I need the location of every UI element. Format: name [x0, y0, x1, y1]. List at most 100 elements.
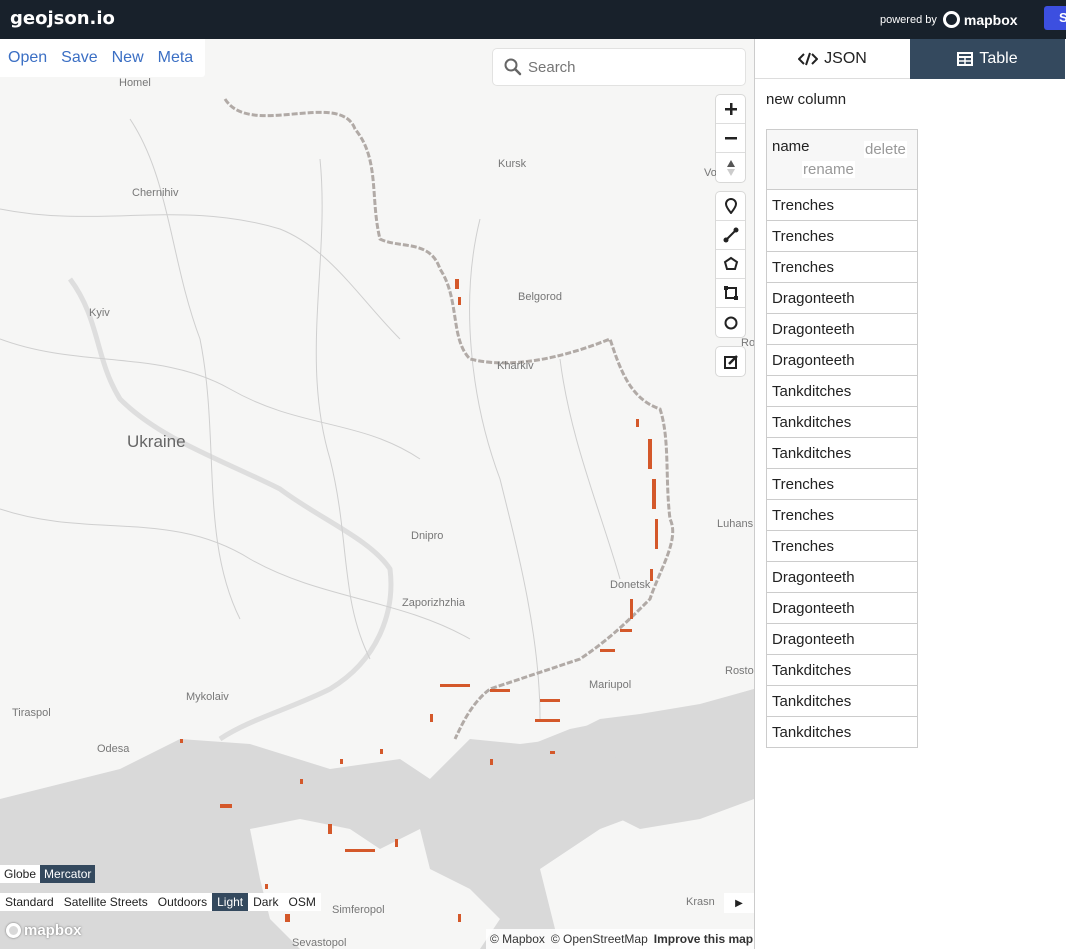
style-outdoors[interactable]: Outdoors: [153, 893, 212, 911]
dnipro-river: [67, 277, 394, 742]
app-logo[interactable]: geojson.io: [10, 8, 115, 29]
label-voronezh: Vo: [704, 167, 717, 179]
table-row: Trenches: [766, 499, 918, 531]
label-homel: Homel: [119, 77, 151, 89]
top-bar: geojson.io powered by mapbox S: [0, 0, 1066, 39]
style-switcher: Standard Satellite Streets Outdoors Ligh…: [0, 893, 321, 911]
tab-json[interactable]: JSON: [755, 39, 910, 79]
mapbox-logo-icon: [942, 11, 960, 28]
map-canvas[interactable]: Homel Kursk Vo Chernihiv Belgorod Ros Ky…: [0, 39, 754, 949]
table-row: Dragonteeth: [766, 561, 918, 593]
draw-polygon-button[interactable]: [716, 250, 745, 279]
table-cell-name[interactable]: Dragonteeth: [766, 592, 918, 624]
table-cell-name[interactable]: Dragonteeth: [766, 344, 918, 376]
rename-column-button[interactable]: rename: [802, 161, 855, 178]
draw-controls: [716, 192, 745, 337]
table-row: Tankditches: [766, 437, 918, 469]
table-cell-name[interactable]: Trenches: [766, 468, 918, 500]
table-cell-name[interactable]: Trenches: [766, 251, 918, 283]
mapbox-watermark-icon: [6, 923, 21, 938]
mapbox-brand[interactable]: mapbox: [942, 11, 1018, 28]
attribution-mapbox[interactable]: © Mapbox: [490, 932, 545, 946]
powered-by: powered by mapbox: [880, 11, 1018, 28]
delete-column-button[interactable]: delete: [864, 141, 907, 158]
table-cell-name[interactable]: Trenches: [766, 220, 918, 252]
table-row: Dragonteeth: [766, 592, 918, 624]
compass-button[interactable]: [716, 153, 745, 182]
table-cell-name[interactable]: Tankditches: [766, 685, 918, 717]
draw-line-button[interactable]: [716, 221, 745, 250]
open-menu-item[interactable]: Open: [3, 49, 52, 67]
side-panel: JSON Table new column name delete rename…: [754, 39, 1066, 949]
plus-icon: [724, 103, 737, 115]
edit-features-button[interactable]: [716, 347, 745, 376]
meta-menu-item[interactable]: Meta: [153, 49, 199, 67]
tab-json-label: JSON: [824, 49, 867, 67]
tab-table[interactable]: Table: [910, 39, 1065, 79]
feature-table: name delete rename Trenches Trenches Trenc…: [766, 129, 918, 748]
table-row: Tankditches: [766, 685, 918, 717]
label-ukraine: Ukraine: [127, 432, 186, 451]
table-row: Trenches: [766, 189, 918, 221]
styles-expand-button[interactable]: ▶: [724, 893, 754, 913]
table-cell-name[interactable]: Trenches: [766, 189, 918, 221]
powered-by-text: powered by: [880, 13, 937, 26]
new-menu-item[interactable]: New: [107, 49, 149, 67]
label-mariupol: Mariupol: [589, 679, 632, 691]
zoom-in-button[interactable]: [716, 95, 745, 124]
label-dnipro: Dnipro: [411, 530, 444, 542]
sign-in-button[interactable]: S: [1044, 6, 1066, 30]
triangle-right-icon: ▶: [735, 897, 743, 909]
table-cell-name[interactable]: Trenches: [766, 499, 918, 531]
mapbox-watermark[interactable]: mapbox: [6, 922, 82, 939]
line-icon: [723, 227, 738, 243]
projection-globe[interactable]: Globe: [0, 865, 41, 883]
table-cell-name[interactable]: Tankditches: [766, 654, 918, 686]
draw-rectangle-button[interactable]: [716, 279, 745, 308]
style-dark[interactable]: Dark: [248, 893, 283, 911]
tab-table-label: Table: [979, 50, 1018, 67]
label-donetsk: Donetsk: [610, 579, 651, 591]
table-cell-name[interactable]: Dragonteeth: [766, 561, 918, 593]
table-cell-name[interactable]: Dragonteeth: [766, 282, 918, 314]
style-light[interactable]: Light: [212, 893, 249, 911]
label-odesa: Odesa: [97, 743, 130, 755]
edit-icon: [723, 354, 738, 369]
table-cell-name[interactable]: Dragonteeth: [766, 313, 918, 345]
save-menu-item[interactable]: Save: [56, 49, 102, 67]
draw-point-button[interactable]: [716, 192, 745, 221]
attribution-osm[interactable]: © OpenStreetMap: [551, 932, 648, 946]
improve-map-link[interactable]: Improve this map: [654, 932, 753, 946]
table-row: Trenches: [766, 468, 918, 500]
table-cell-name[interactable]: Tankditches: [766, 406, 918, 438]
code-icon: [798, 52, 819, 65]
mapbox-brand-text: mapbox: [963, 11, 1018, 28]
table-cell-name[interactable]: Tankditches: [766, 375, 918, 407]
table-cell-name[interactable]: Tankditches: [766, 437, 918, 469]
table-cell-name[interactable]: Dragonteeth: [766, 623, 918, 655]
rectangle-icon: [723, 286, 738, 300]
label-chernihiv: Chernihiv: [132, 187, 179, 199]
table-row: Tankditches: [766, 716, 918, 748]
label-rostov: Rosto: [725, 665, 754, 677]
table-row: Dragonteeth: [766, 623, 918, 655]
table-cell-name[interactable]: Trenches: [766, 530, 918, 562]
style-standard[interactable]: Standard: [0, 893, 59, 911]
new-column-button[interactable]: new column: [766, 91, 846, 108]
label-kursk: Kursk: [498, 158, 527, 170]
minus-icon: [724, 137, 737, 140]
column-header: name delete rename: [766, 129, 918, 190]
projection-mercator[interactable]: Mercator: [40, 865, 96, 883]
zoom-out-button[interactable]: [716, 124, 745, 153]
table-row: Dragonteeth: [766, 313, 918, 345]
projection-switcher: Globe Mercator: [0, 865, 96, 883]
attribution: © Mapbox © OpenStreetMap Improve this ma…: [486, 929, 758, 949]
style-osm[interactable]: OSM: [283, 893, 320, 911]
draw-circle-button[interactable]: [716, 308, 745, 337]
table-cell-name[interactable]: Tankditches: [766, 716, 918, 748]
style-satellite-streets[interactable]: Satellite Streets: [59, 893, 153, 911]
map-basemap: [0, 98, 754, 949]
search-input[interactable]: [528, 58, 728, 76]
label-mykolaiv: Mykolaiv: [186, 691, 229, 703]
table-row: Tankditches: [766, 406, 918, 438]
